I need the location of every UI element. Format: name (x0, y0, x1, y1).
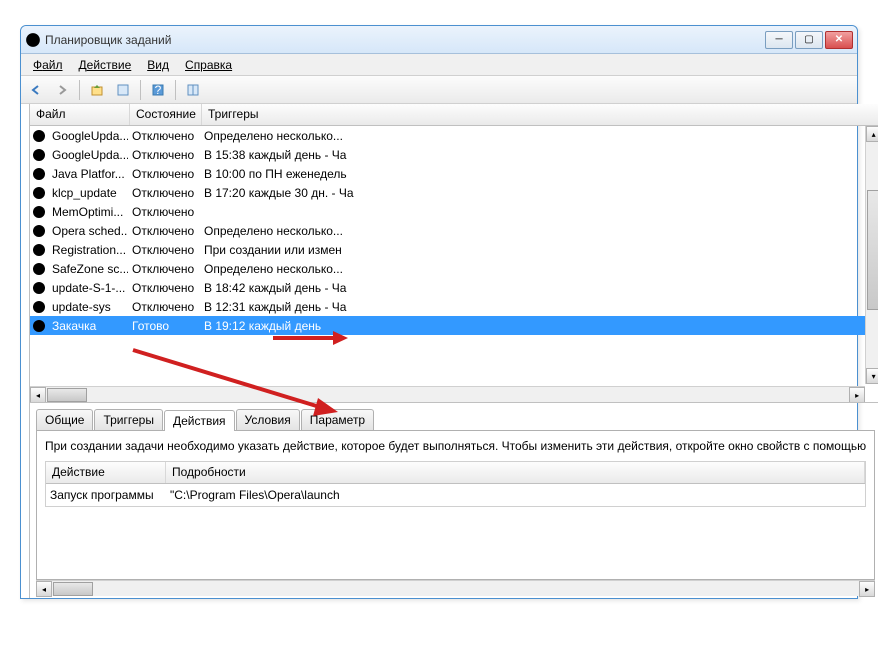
action-row[interactable]: Запуск программы "C:\Program Files\Opera… (46, 484, 865, 506)
task-state: Отключено (128, 129, 200, 143)
clock-icon (32, 186, 46, 200)
task-name: GoogleUpda... (48, 129, 128, 143)
col-file[interactable]: Файл (30, 104, 130, 125)
task-name: Закачка (48, 319, 128, 333)
action-table: Действие Подробности Запуск программы "C… (45, 461, 866, 507)
task-trigger: Определено несколько... (200, 129, 878, 143)
task-trigger: В 10:00 по ПН еженедель (200, 167, 878, 181)
task-list-header: Файл Состояние Триггеры (30, 104, 878, 126)
menu-action[interactable]: Действие (71, 56, 140, 74)
task-row[interactable]: klcp_updateОтключеноВ 17:20 каждые 30 дн… (30, 183, 878, 202)
task-name: SafeZone sc... (48, 262, 128, 276)
task-row[interactable]: GoogleUpda...ОтключеноВ 15:38 каждый ден… (30, 145, 878, 164)
task-row[interactable]: SafeZone sc...ОтключеноОпределено нескол… (30, 259, 878, 278)
col-state[interactable]: Состояние (130, 104, 202, 125)
tree-root[interactable]: Планировщик заданий (Локальный) (25, 108, 29, 154)
clock-icon (32, 224, 46, 238)
details-pane: Общие Триггеры Действия Условия Параметр… (30, 403, 878, 598)
task-row[interactable]: update-S-1-...ОтключеноВ 18:42 каждый де… (30, 278, 878, 297)
details-cell: "C:\Program Files\Opera\launch (170, 488, 340, 502)
task-row[interactable]: GoogleUpda...ОтключеноОпределено несколь… (30, 126, 878, 145)
task-row[interactable]: Opera sched...ОтключеноОпределено нескол… (30, 221, 878, 240)
col-details[interactable]: Подробности (166, 462, 865, 483)
menu-view[interactable]: Вид (139, 56, 177, 74)
vertical-scrollbar[interactable]: ▴ ▾ (865, 126, 878, 384)
clock-icon (32, 319, 46, 333)
clock-icon (32, 205, 46, 219)
task-trigger: Определено несколько... (200, 262, 878, 276)
tree-pane: Планировщик заданий (Локальный) ▸ Библио… (21, 104, 30, 598)
panes-button[interactable] (182, 79, 204, 101)
task-name: Opera sched... (48, 224, 128, 238)
annotation-arrow-2 (123, 340, 343, 420)
app-icon (25, 32, 41, 48)
task-row[interactable]: Registration...ОтключеноПри создании или… (30, 240, 878, 259)
help-button[interactable]: ? (147, 79, 169, 101)
task-row[interactable]: MemOptimi...Отключено (30, 202, 878, 221)
clock-icon (32, 129, 46, 143)
task-state: Отключено (128, 243, 200, 257)
minimize-button[interactable]: ─ (765, 31, 793, 49)
scroll-left-button[interactable]: ◂ (30, 387, 46, 403)
clock-icon (32, 148, 46, 162)
clock-icon (32, 167, 46, 181)
forward-button[interactable] (51, 79, 73, 101)
task-state: Отключено (128, 205, 200, 219)
task-scheduler-window: Планировщик заданий ─ ▢ ✕ Файл Действие … (20, 25, 858, 599)
menubar: Файл Действие Вид Справка (21, 54, 857, 76)
scroll-thumb[interactable] (867, 190, 878, 310)
col-triggers[interactable]: Триггеры (202, 104, 878, 125)
task-trigger: В 18:42 каждый день - Ча (200, 281, 878, 295)
back-button[interactable] (25, 79, 47, 101)
task-row[interactable]: ЗакачкаГотовоВ 19:12 каждый день (30, 316, 878, 335)
titlebar[interactable]: Планировщик заданий ─ ▢ ✕ (21, 26, 857, 54)
col-action[interactable]: Действие (46, 462, 166, 483)
task-name: Registration... (48, 243, 128, 257)
task-name: MemOptimi... (48, 205, 128, 219)
task-name: update-sys (48, 300, 128, 314)
scroll-up-button[interactable]: ▴ (866, 126, 878, 142)
clock-icon (32, 262, 46, 276)
menu-file[interactable]: Файл (25, 56, 71, 74)
tab-content: При создании задачи необходимо указать д… (36, 430, 875, 580)
maximize-button[interactable]: ▢ (795, 31, 823, 49)
hint-text: При создании задачи необходимо указать д… (45, 439, 866, 453)
hscroll-thumb[interactable] (47, 388, 87, 402)
task-state: Отключено (128, 300, 200, 314)
toolbar: ? (21, 76, 857, 104)
task-name: GoogleUpda... (48, 148, 128, 162)
window-title: Планировщик заданий (45, 33, 765, 47)
task-trigger: При создании или измен (200, 243, 878, 257)
tab-general[interactable]: Общие (36, 409, 93, 430)
scroll-right-button[interactable]: ▸ (849, 387, 865, 403)
details-hscroll[interactable]: ◂ ▸ (36, 580, 875, 596)
task-row[interactable]: Java Platfor...ОтключеноВ 10:00 по ПН еж… (30, 164, 878, 183)
task-state: Отключено (128, 224, 200, 238)
task-state: Отключено (128, 148, 200, 162)
menu-help[interactable]: Справка (177, 56, 240, 74)
up-button[interactable] (86, 79, 108, 101)
task-trigger: В 15:38 каждый день - Ча (200, 148, 878, 162)
clock-icon (32, 300, 46, 314)
task-state: Готово (128, 319, 200, 333)
properties-button[interactable] (112, 79, 134, 101)
svg-text:?: ? (155, 83, 162, 97)
task-name: update-S-1-... (48, 281, 128, 295)
task-trigger: В 17:20 каждые 30 дн. - Ча (200, 186, 878, 200)
clock-icon (32, 281, 46, 295)
close-button[interactable]: ✕ (825, 31, 853, 49)
task-state: Отключено (128, 167, 200, 181)
task-trigger: Определено несколько... (200, 224, 878, 238)
task-row[interactable]: update-sysОтключеноВ 12:31 каждый день -… (30, 297, 878, 316)
task-name: Java Platfor... (48, 167, 128, 181)
task-state: Отключено (128, 186, 200, 200)
task-state: Отключено (128, 262, 200, 276)
clock-icon (32, 243, 46, 257)
task-name: klcp_update (48, 186, 128, 200)
scroll-down-button[interactable]: ▾ (866, 368, 878, 384)
action-cell: Запуск программы (50, 488, 170, 502)
task-trigger: В 12:31 каждый день - Ча (200, 300, 878, 314)
task-state: Отключено (128, 281, 200, 295)
